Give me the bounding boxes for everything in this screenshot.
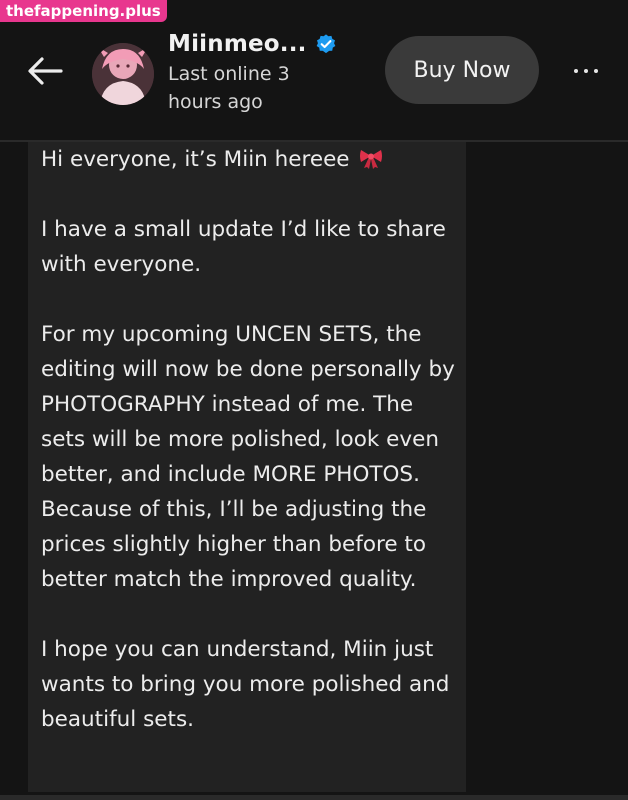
buy-now-button[interactable]: Buy Now <box>385 36 539 104</box>
profile-name-row: Miinmeo... <box>168 28 337 60</box>
bottom-divider <box>0 795 628 800</box>
profile-name[interactable]: Miinmeo... <box>168 31 307 57</box>
message-text: Hi everyone, it’s Miin hereee I have a s… <box>41 142 461 772</box>
more-dot <box>594 69 598 73</box>
watermark: thefappening.plus <box>0 0 167 22</box>
message-paragraph: I have a small update I’d like to share … <box>41 217 446 277</box>
message-greeting: Hi everyone, it’s Miin hereee <box>41 147 350 172</box>
message-paragraph: For my upcoming UNCEN SETS, the editing … <box>41 322 455 592</box>
ribbon-bow-icon <box>360 150 383 169</box>
status-line-2: hours ago <box>168 91 263 113</box>
arrow-left-icon <box>28 57 63 85</box>
status-line-1: Last online 3 <box>168 63 290 85</box>
verified-badge-icon <box>316 34 335 54</box>
message-paragraph: Hi everyone, it’s Miin hereee <box>41 142 461 177</box>
message-bubble: Hi everyone, it’s Miin hereee I have a s… <box>28 142 466 792</box>
message-paragraph: I hope you can understand, Miin just wan… <box>41 637 450 732</box>
back-button[interactable] <box>22 52 68 90</box>
more-options-button[interactable] <box>564 56 608 86</box>
last-online-status: Last online 3 hours ago <box>168 60 328 116</box>
avatar-image <box>92 43 154 105</box>
more-dot <box>574 69 578 73</box>
avatar[interactable] <box>92 43 154 105</box>
more-dot <box>584 69 588 73</box>
